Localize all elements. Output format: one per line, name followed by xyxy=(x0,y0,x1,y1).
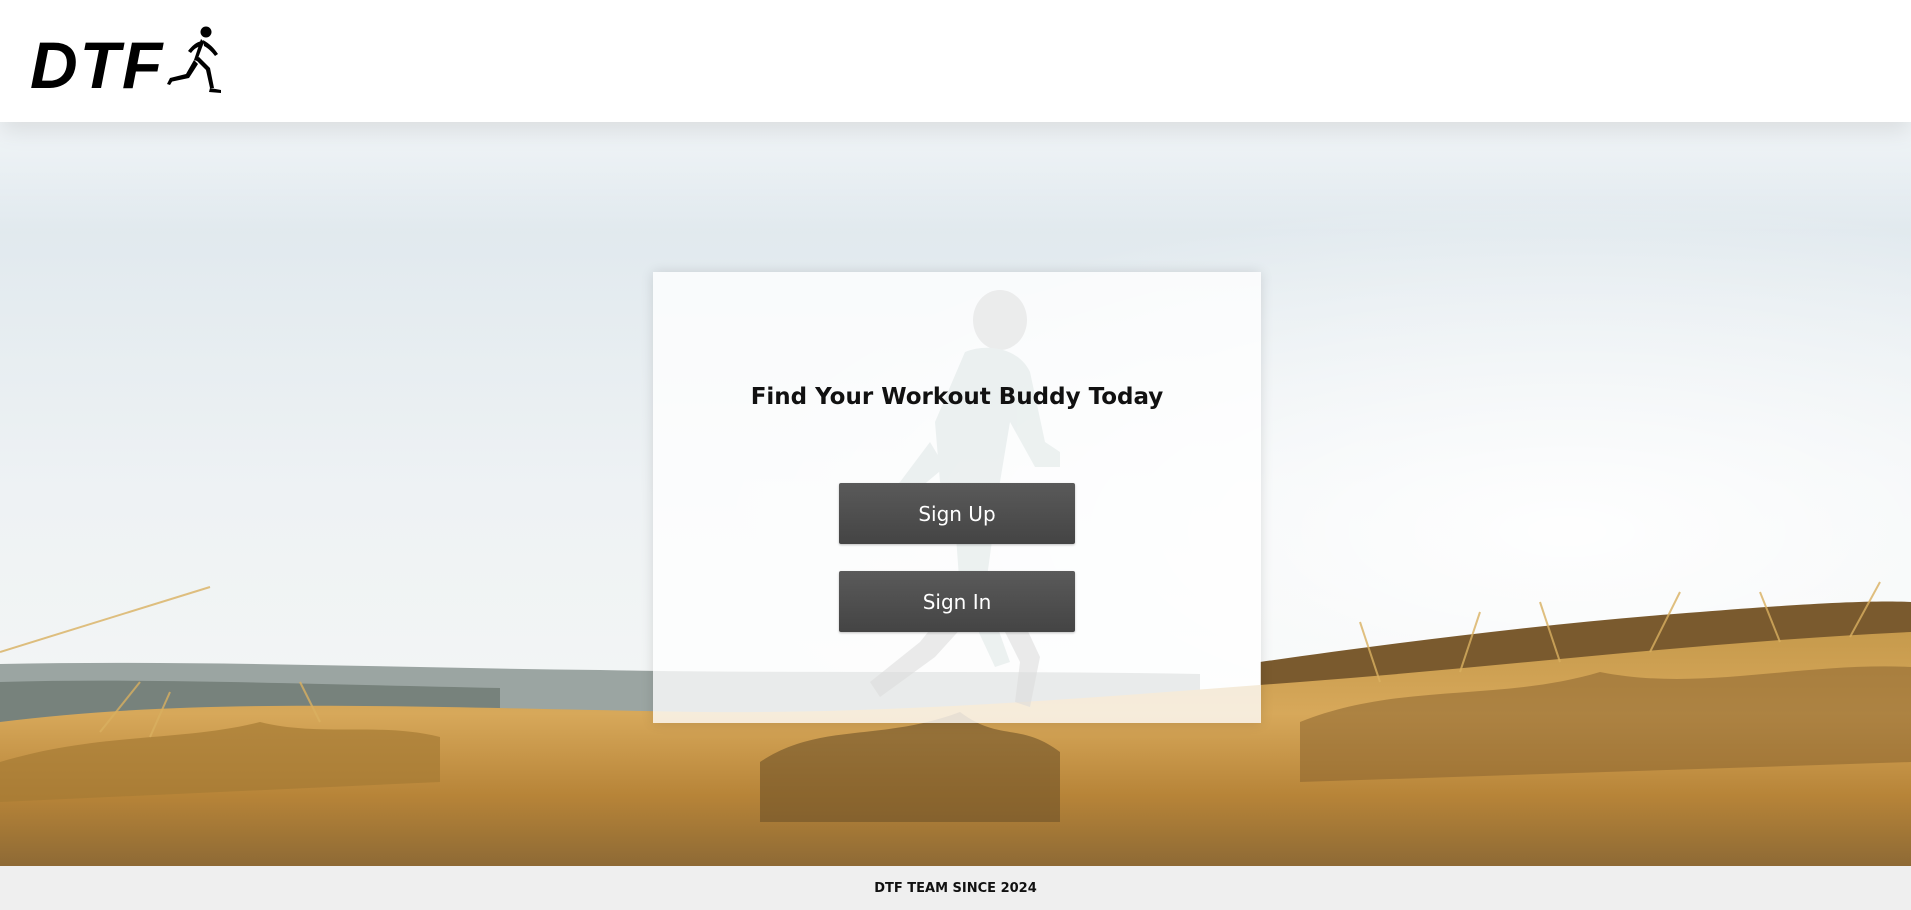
card-title: Find Your Workout Buddy Today xyxy=(750,384,1164,410)
footer-text: DTF TEAM SINCE 2024 xyxy=(874,880,1037,896)
landing-page: DTF Find Your Workout Buddy Today Sign U… xyxy=(0,0,1911,910)
runner-icon xyxy=(167,26,222,93)
logo-text: DTF xyxy=(30,28,165,102)
site-header: DTF xyxy=(0,0,1911,122)
sign-up-button[interactable]: Sign Up xyxy=(839,483,1075,544)
site-logo[interactable]: DTF xyxy=(30,18,228,98)
welcome-card: Find Your Workout Buddy Today Sign Up Si… xyxy=(653,272,1261,723)
site-footer: DTF TEAM SINCE 2024 xyxy=(0,866,1911,910)
sign-in-button[interactable]: Sign In xyxy=(839,571,1075,632)
